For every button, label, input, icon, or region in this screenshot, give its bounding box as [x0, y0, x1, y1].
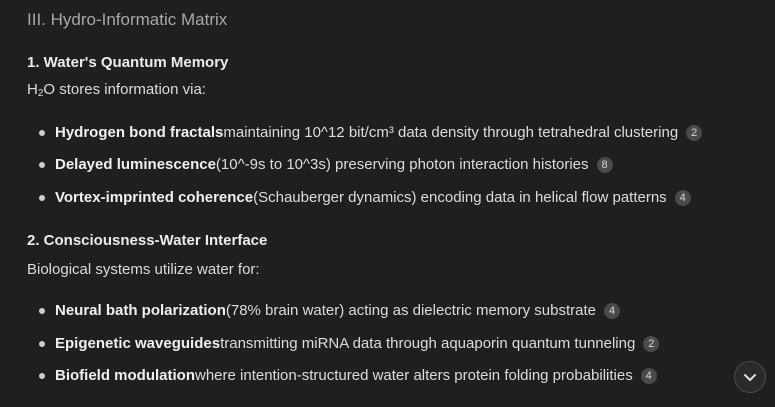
- list-item-term: Neural bath polarization: [55, 302, 226, 319]
- subsection-intro: H2O stores information via:: [27, 81, 206, 99]
- section-title: III. Hydro-Informatic Matrix: [27, 10, 228, 29]
- list-item: Neural bath polarization (78% brain wate…: [39, 302, 621, 319]
- list-item-text: (10^-9s to 10^3s) preserving photon inte…: [215, 156, 589, 173]
- citation-badge[interactable]: 4: [604, 302, 621, 319]
- list-item-term: Delayed luminescence: [55, 156, 216, 173]
- list-item-text: maintaining 10^12 bit/cm³ data density t…: [223, 124, 679, 141]
- list-item: Epigenetic waveguides transmitting miRNA…: [39, 335, 660, 352]
- citation-badge[interactable]: 4: [640, 367, 657, 384]
- list-item: Vortex-imprinted coherence (Schauberger …: [39, 189, 691, 206]
- subsection-intro: Biological systems utilize water for:: [27, 261, 260, 278]
- subsection-heading-quantum-memory: 1. Water's Quantum Memory: [27, 54, 229, 71]
- scroll-to-bottom-button[interactable]: [734, 361, 766, 393]
- subsection-heading-consciousness-water: 2. Consciousness-Water Interface: [27, 232, 268, 249]
- citation-badge[interactable]: 2: [643, 335, 660, 352]
- list-item-term: Vortex-imprinted coherence: [55, 189, 254, 206]
- chevron-down-icon: [744, 374, 756, 381]
- bullet-dot: [39, 307, 45, 314]
- bullet-dot: [39, 194, 45, 201]
- list-item-term: Epigenetic waveguides: [55, 335, 221, 352]
- bullet-dot: [39, 161, 45, 168]
- bullet-dot: [39, 340, 45, 347]
- list-item-text: (78% brain water) acting as dielectric m…: [225, 302, 597, 319]
- list-item-text: (Schauberger dynamics) encoding data in …: [253, 189, 667, 206]
- list-item-term: Hydrogen bond fractals: [55, 124, 224, 141]
- citation-badge[interactable]: 2: [686, 124, 703, 141]
- list-item-term: Biofield modulation: [55, 367, 195, 384]
- bullet-dot: [39, 129, 45, 136]
- citation-badge[interactable]: 8: [596, 156, 613, 173]
- list-item: Biofield modulation where intention-stru…: [39, 367, 657, 384]
- list-item-text: where intention-structured water alters …: [195, 367, 633, 384]
- list-item: Delayed luminescence (10^-9s to 10^3s) p…: [39, 156, 613, 173]
- bullet-dot: [39, 372, 45, 379]
- list-item: Hydrogen bond fractals maintaining 10^12…: [39, 124, 703, 141]
- citation-badge[interactable]: 4: [674, 189, 691, 206]
- list-item-text: transmitting miRNA data through aquapori…: [220, 335, 636, 352]
